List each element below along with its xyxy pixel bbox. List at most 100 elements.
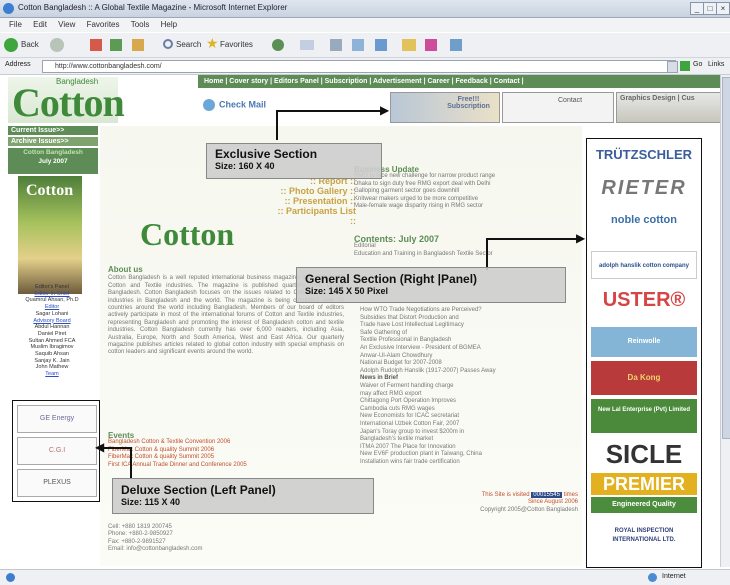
news-link[interactable]: RMG to face new challenge for narrow pro… xyxy=(354,173,578,180)
contents-link[interactable]: Japan's Toray group to invest $200m in xyxy=(360,429,580,437)
news-link[interactable]: Galloping garment sector goes downhill xyxy=(354,188,578,195)
archive-issues-link[interactable]: Archive Issues>> xyxy=(8,137,98,146)
business-update-section: Business Update RMG to face new challeng… xyxy=(354,165,578,210)
address-input[interactable]: http://www.cottonbangladesh.com/ xyxy=(42,60,676,73)
cgi-ad[interactable]: C.G.I xyxy=(17,437,97,465)
staff-link[interactable]: Team xyxy=(12,371,92,378)
back-button[interactable]: Back xyxy=(21,37,39,53)
refresh-icon[interactable] xyxy=(110,39,122,51)
folder-icon[interactable] xyxy=(402,39,416,51)
site-nav[interactable]: Home | Cover story | Editors Panel | Sub… xyxy=(198,75,721,88)
favorites-star-icon[interactable]: ★ xyxy=(206,35,219,52)
participants-list-link[interactable]: :: Participants List :: xyxy=(270,206,356,226)
contents-link[interactable]: ITMA 2007 The Place for Innovation xyxy=(360,444,580,452)
maximize-button[interactable]: □ xyxy=(703,2,717,15)
research-icon[interactable] xyxy=(450,39,462,51)
print-icon[interactable] xyxy=(330,39,342,51)
contents-link[interactable]: Waiver of Ferment handling charge xyxy=(360,383,580,391)
go-arrow-icon[interactable] xyxy=(680,61,690,71)
contact-email[interactable]: Email: info@cottonbangladesh.com xyxy=(108,546,308,553)
close-button[interactable]: × xyxy=(716,2,730,15)
current-issue-link[interactable]: Current Issue>> xyxy=(8,126,98,135)
mail-icon[interactable] xyxy=(300,40,314,50)
trutzschler-ad[interactable]: TRÜTZSCHLER xyxy=(591,147,697,162)
check-mail-link[interactable]: Check Mail xyxy=(203,99,266,111)
adolph-hanslik-ad[interactable]: adolph hanslik cotton company xyxy=(591,251,697,279)
royal-inspection-ad[interactable]: ROYAL INSPECTION INTERNATIONAL LTD. xyxy=(591,519,697,549)
search-icon[interactable] xyxy=(163,39,173,49)
plexus-ad[interactable]: PLEXUS xyxy=(17,469,97,497)
menu-file[interactable]: File xyxy=(9,20,22,29)
contact-banner[interactable]: Contact xyxy=(502,92,614,123)
contents-link[interactable]: Adolph Rudolph Hanslik (1917-2007) Passe… xyxy=(360,368,580,376)
photo-gallery-link[interactable]: :: Photo Gallery :: xyxy=(270,186,356,196)
event-link[interactable]: FiberMax Cotton & quality Summit 2005 xyxy=(108,454,344,461)
news-link[interactable]: Knitwear makers urged to be more competi… xyxy=(354,196,578,203)
rieter-ad[interactable]: RIETER xyxy=(591,177,697,200)
links-button[interactable]: Links xyxy=(708,61,724,68)
news-link[interactable]: Dhaka to sign duty free RMG export deal … xyxy=(354,181,578,188)
minimize-button[interactable]: _ xyxy=(690,2,704,15)
sicle-ad[interactable]: SICLE xyxy=(591,439,697,470)
staff-link[interactable]: Editor xyxy=(12,304,92,311)
contents-link[interactable]: Anwar-Ul-Alam Chowdhury xyxy=(360,353,580,361)
menu-view[interactable]: View xyxy=(58,20,75,29)
site-logo[interactable]: Cotton Bangladesh xyxy=(8,77,125,125)
edit-icon[interactable] xyxy=(352,39,364,51)
reinwolle-ad[interactable]: Reinwolle xyxy=(591,327,697,357)
ge-energy-ad[interactable]: GE Energy xyxy=(17,405,97,433)
event-link[interactable]: FiberMax Cotton & quality Summit 2006 xyxy=(108,447,344,454)
contents-link[interactable]: Textile Professional in Bangladesh xyxy=(360,337,580,345)
contents-link[interactable]: New EV6F production plant in Taiwang, Ch… xyxy=(360,451,580,459)
noble-cotton-ad[interactable]: noble cotton xyxy=(591,213,697,245)
contents-link[interactable]: New Economists for ICAC secretariat xyxy=(360,413,580,421)
menu-tools[interactable]: Tools xyxy=(131,20,150,29)
menu-edit[interactable]: Edit xyxy=(33,20,47,29)
subscription-banner[interactable]: Free!!! Subscription xyxy=(390,92,500,123)
contents-link[interactable]: How WTO Trade Negotiations are Perceived… xyxy=(360,307,580,315)
premier-ad[interactable]: PREMIER xyxy=(591,473,697,495)
presentation-link[interactable]: :: Presentation :: xyxy=(270,196,356,206)
new-lal-enterprise-ad[interactable]: New Lal Enterprise (Pvt) Limited xyxy=(591,399,697,433)
vertical-scrollbar[interactable] xyxy=(720,75,730,567)
messenger-icon[interactable] xyxy=(425,39,437,51)
engineered-quality-ad[interactable]: Engineered Quality xyxy=(591,497,697,513)
home-icon[interactable] xyxy=(132,39,144,51)
contents-link[interactable]: Safe Gathering of xyxy=(360,330,580,338)
contents-link[interactable]: Chittagong Port Operation Improves xyxy=(360,398,580,406)
discuss-icon[interactable] xyxy=(375,39,387,51)
contents-link[interactable]: An Exclusive Interview - President of BG… xyxy=(360,345,580,353)
favorites-button[interactable]: Favorites xyxy=(220,37,253,53)
address-dropdown-icon[interactable] xyxy=(667,61,678,73)
contents-link[interactable]: Bangladesh's textile market xyxy=(360,436,580,444)
contents-link[interactable]: National Budget for 2007-2008 xyxy=(360,360,580,368)
event-link[interactable]: First ICA Annual Trade Dinner and Confer… xyxy=(108,462,344,469)
status-bar: Internet xyxy=(0,569,730,585)
graphics-design-banner[interactable]: Graphics Design | Cus xyxy=(616,92,722,123)
contents-link[interactable]: Trade have Lost Intellectual Legitimacy xyxy=(360,322,580,330)
contents-link[interactable]: Installation wins fair trade certificati… xyxy=(360,459,580,467)
scrollbar-thumb[interactable] xyxy=(722,77,730,439)
contents-link[interactable]: Education and Training in Bangladesh Tex… xyxy=(354,251,578,258)
news-link[interactable]: Male-female wage disparity rising in RMG… xyxy=(354,203,578,210)
event-link[interactable]: Bangladesh Cotton & Textile Convention 2… xyxy=(108,439,344,446)
da-kong-ad[interactable]: Da Kong xyxy=(591,361,697,395)
staff-link[interactable]: Advisory Board xyxy=(12,318,92,325)
back-arrow-icon[interactable] xyxy=(4,38,18,52)
search-button[interactable]: Search xyxy=(176,37,201,53)
contents-link[interactable]: may affect RMG export xyxy=(360,391,580,399)
title-bar: Cotton Bangladesh :: A Global Textile Ma… xyxy=(0,0,730,18)
contents-link[interactable]: International Uzbek Cotton Fair, 2007 xyxy=(360,421,580,429)
menu-favorites[interactable]: Favorites xyxy=(87,20,120,29)
staff-link[interactable]: Editor-in-Chief xyxy=(12,291,92,298)
contents-link[interactable]: Editorial xyxy=(354,243,578,250)
go-button[interactable]: Go xyxy=(693,61,702,68)
magazine-cover-image[interactable]: Cotton xyxy=(18,176,82,294)
contents-link[interactable]: Subsidies that Distort Production and xyxy=(360,315,580,323)
uster-ad[interactable]: USTER® xyxy=(591,289,697,312)
contents-link[interactable]: Cambodia cuts RMG wages xyxy=(360,406,580,414)
menu-help[interactable]: Help xyxy=(161,20,177,29)
stop-icon[interactable] xyxy=(90,39,102,51)
history-icon[interactable] xyxy=(272,39,284,51)
forward-arrow-icon[interactable] xyxy=(50,38,64,52)
